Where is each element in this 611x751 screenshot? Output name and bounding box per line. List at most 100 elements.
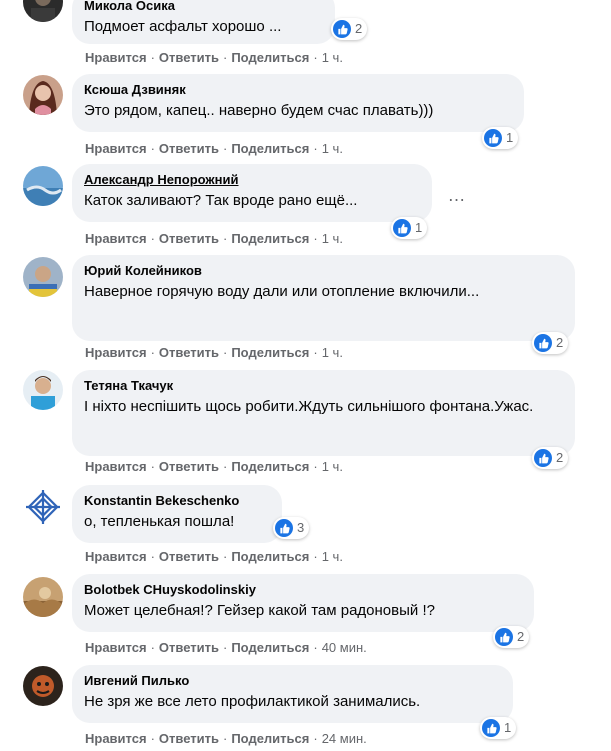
share-button[interactable]: Поделиться bbox=[231, 345, 309, 360]
separator: · bbox=[313, 50, 318, 65]
reply-button[interactable]: Ответить bbox=[159, 640, 219, 655]
comment-author[interactable]: Александр Непорожний bbox=[84, 172, 420, 188]
comment-time[interactable]: 1 ч. bbox=[322, 345, 343, 360]
reaction-count[interactable]: 1 bbox=[391, 217, 428, 239]
separator: · bbox=[222, 459, 228, 474]
comment-time[interactable]: 24 мин. bbox=[322, 731, 367, 746]
share-button[interactable]: Поделиться bbox=[231, 640, 309, 655]
avatar[interactable] bbox=[23, 166, 63, 206]
reply-button[interactable]: Ответить bbox=[159, 459, 219, 474]
comment-author[interactable]: Ксюша Дзвиняк bbox=[84, 82, 512, 98]
reply-button[interactable]: Ответить bbox=[159, 345, 219, 360]
reaction-count-value: 2 bbox=[355, 21, 363, 36]
comment-author[interactable]: Микола Осика bbox=[84, 0, 323, 14]
like-button[interactable]: Нравится bbox=[85, 50, 147, 65]
avatar[interactable] bbox=[23, 577, 63, 617]
comment-author[interactable]: Konstantin Bekeschenko bbox=[84, 493, 270, 509]
avatar[interactable] bbox=[23, 370, 63, 410]
separator: · bbox=[150, 640, 155, 655]
comment-actions: Нравится · Ответить · Поделиться · 1 ч. bbox=[85, 231, 343, 247]
reaction-count[interactable]: 2 bbox=[331, 18, 368, 40]
separator: · bbox=[222, 345, 228, 360]
separator: · bbox=[222, 549, 228, 564]
comment-text: о, тепленькая пошла! bbox=[84, 513, 235, 530]
reaction-count-value: 3 bbox=[297, 520, 305, 535]
like-button[interactable]: Нравится bbox=[85, 231, 147, 246]
comment-actions: Нравится · Ответить · Поделиться · 1 ч. bbox=[85, 549, 343, 565]
comment-time[interactable]: 1 ч. bbox=[322, 141, 343, 156]
reply-button[interactable]: Ответить bbox=[159, 141, 219, 156]
comment-bubble: Ивгений Пилько Не зря же все лето профил… bbox=[72, 665, 513, 723]
share-button[interactable]: Поделиться bbox=[231, 731, 309, 746]
separator: · bbox=[150, 731, 155, 746]
comment-time[interactable]: 1 ч. bbox=[322, 50, 343, 65]
separator: · bbox=[150, 50, 155, 65]
like-reaction-icon bbox=[482, 719, 500, 737]
like-button[interactable]: Нравится bbox=[85, 640, 147, 655]
share-button[interactable]: Поделиться bbox=[231, 549, 309, 564]
share-button[interactable]: Поделиться bbox=[231, 231, 309, 246]
comment-bubble: Тетяна Ткачук І ніхто неспішить щось роб… bbox=[72, 370, 575, 456]
like-button[interactable]: Нравится bbox=[85, 141, 147, 156]
reaction-count-value: 2 bbox=[556, 450, 564, 465]
reaction-count[interactable]: 1 bbox=[482, 127, 519, 149]
avatar[interactable] bbox=[23, 0, 63, 22]
reaction-count[interactable]: 2 bbox=[532, 332, 569, 354]
separator: · bbox=[222, 731, 228, 746]
comment-text: Подмоет асфальт хорошо ... bbox=[84, 18, 282, 35]
comment-author[interactable]: Юрий Колейников bbox=[84, 263, 563, 279]
separator: · bbox=[150, 345, 155, 360]
like-button[interactable]: Нравится bbox=[85, 345, 147, 360]
comment-text: І ніхто неспішить щось робити.Ждуть силь… bbox=[84, 398, 534, 415]
separator: · bbox=[313, 731, 318, 746]
avatar[interactable] bbox=[23, 666, 63, 706]
avatar[interactable] bbox=[23, 75, 63, 115]
comment-time[interactable]: 1 ч. bbox=[322, 549, 343, 564]
comment-text: Не зря же все лето профилактикой занимал… bbox=[84, 693, 421, 710]
comment-text: Каток заливают? Так вроде рано ещё... bbox=[84, 192, 358, 209]
comment-author[interactable]: Тетяна Ткачук bbox=[84, 378, 563, 394]
separator: · bbox=[150, 231, 155, 246]
like-reaction-icon bbox=[393, 219, 411, 237]
comment-time[interactable]: 40 мин. bbox=[322, 640, 367, 655]
comment-text: Может целебная!? Гейзер какой там радоно… bbox=[84, 602, 435, 619]
share-button[interactable]: Поделиться bbox=[231, 141, 309, 156]
separator: · bbox=[222, 640, 228, 655]
comment-bubble: Bolotbek CHuyskodolinskiy Может целебная… bbox=[72, 574, 534, 632]
more-options-icon[interactable]: … bbox=[441, 179, 473, 211]
like-button[interactable]: Нравится bbox=[85, 549, 147, 564]
reply-button[interactable]: Ответить bbox=[159, 231, 219, 246]
separator: · bbox=[222, 141, 228, 156]
reaction-count[interactable]: 2 bbox=[532, 447, 569, 469]
separator: · bbox=[222, 50, 228, 65]
separator: · bbox=[313, 231, 318, 246]
comment-text: Это рядом, капец.. наверно будем счас пл… bbox=[84, 102, 434, 119]
reaction-count[interactable]: 2 bbox=[493, 626, 530, 648]
comment-time[interactable]: 1 ч. bbox=[322, 459, 343, 474]
avatar[interactable] bbox=[23, 257, 63, 297]
like-reaction-icon bbox=[484, 129, 502, 147]
like-button[interactable]: Нравится bbox=[85, 459, 147, 474]
separator: · bbox=[150, 549, 155, 564]
reaction-count[interactable]: 1 bbox=[480, 717, 517, 739]
reaction-count-value: 1 bbox=[415, 220, 423, 235]
comment-actions: Нравится · Ответить · Поделиться · 1 ч. bbox=[85, 50, 343, 66]
comment-time[interactable]: 1 ч. bbox=[322, 231, 343, 246]
comment-author[interactable]: Bolotbek CHuyskodolinskiy bbox=[84, 582, 522, 598]
separator: · bbox=[313, 640, 318, 655]
reply-button[interactable]: Ответить bbox=[159, 731, 219, 746]
comment-author[interactable]: Ивгений Пилько bbox=[84, 673, 501, 689]
separator: · bbox=[313, 459, 318, 474]
reaction-count-value: 1 bbox=[506, 130, 514, 145]
like-reaction-icon bbox=[534, 449, 552, 467]
reaction-count[interactable]: 3 bbox=[273, 517, 310, 539]
reply-button[interactable]: Ответить bbox=[159, 50, 219, 65]
avatar[interactable] bbox=[23, 487, 63, 527]
like-button[interactable]: Нравится bbox=[85, 731, 147, 746]
share-button[interactable]: Поделиться bbox=[231, 50, 309, 65]
separator: · bbox=[313, 345, 318, 360]
share-button[interactable]: Поделиться bbox=[231, 459, 309, 474]
separator: · bbox=[313, 141, 318, 156]
comment-actions: Нравится · Ответить · Поделиться · 1 ч. bbox=[85, 459, 343, 475]
reply-button[interactable]: Ответить bbox=[159, 549, 219, 564]
